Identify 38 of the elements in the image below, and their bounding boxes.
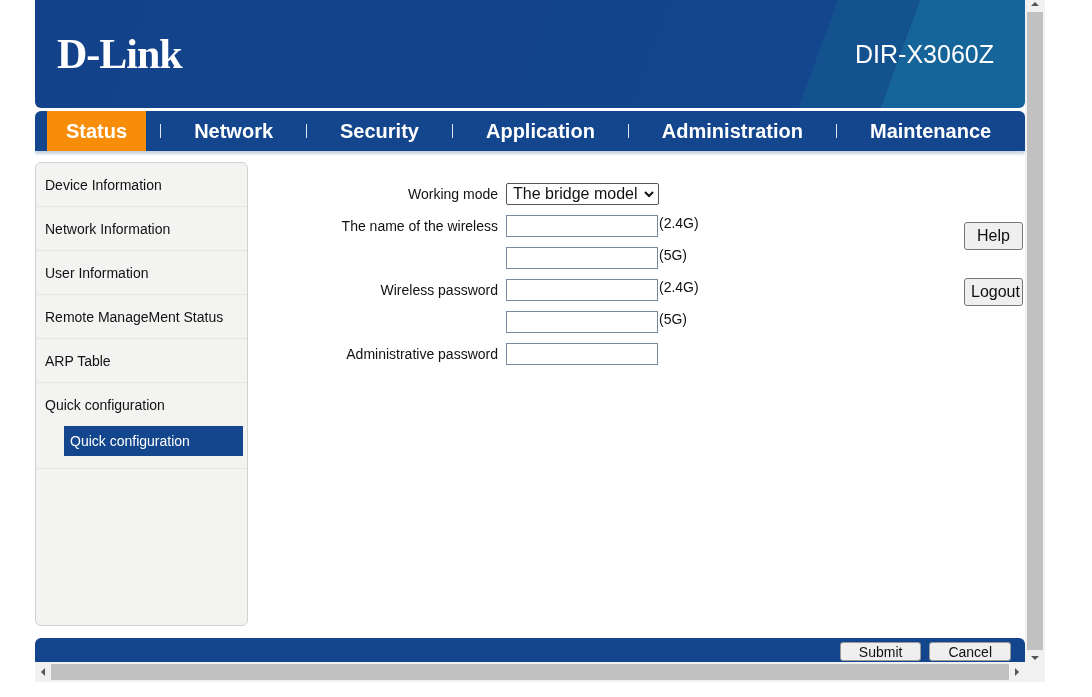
sidebar-item[interactable]: ARP Table bbox=[45, 352, 111, 369]
nav-tab[interactable]: Maintenance bbox=[851, 111, 1011, 151]
input-field[interactable] bbox=[506, 247, 658, 269]
sidebar-item[interactable]: Device Information bbox=[45, 176, 162, 193]
sidebar-item[interactable]: Remote ManageMent Status bbox=[45, 308, 224, 325]
horizontal-scrollbar[interactable] bbox=[35, 662, 1025, 682]
logo: D-Link bbox=[57, 30, 182, 78]
nav-tab[interactable]: Security bbox=[321, 111, 438, 151]
input-field[interactable] bbox=[506, 215, 658, 237]
input-field[interactable] bbox=[506, 311, 658, 333]
side-button[interactable]: Logout bbox=[964, 278, 1023, 306]
input-field[interactable] bbox=[506, 343, 658, 365]
sidebar-item[interactable]: User Information bbox=[45, 264, 149, 281]
footer-button[interactable]: Cancel bbox=[929, 642, 1011, 661]
scroll-right-icon[interactable] bbox=[1013, 668, 1021, 676]
band-label: (5G) bbox=[659, 247, 687, 263]
nav-tab[interactable]: Administration bbox=[642, 111, 822, 151]
sidebar-subitem[interactable]: Quick configuration bbox=[64, 426, 243, 456]
field-label: Wireless password bbox=[379, 282, 498, 298]
vertical-scrollbar[interactable] bbox=[1025, 0, 1045, 662]
field-label: The name of the wireless bbox=[340, 218, 498, 234]
chevron-icon bbox=[643, 190, 654, 198]
field-label: Working mode bbox=[407, 186, 498, 202]
band-label: (2.4G) bbox=[659, 279, 699, 295]
scroll-up-icon[interactable] bbox=[1031, 0, 1039, 8]
field-label: Administrative password bbox=[345, 346, 498, 362]
sidebar-item[interactable]: Quick configuration bbox=[45, 396, 165, 413]
input-field[interactable] bbox=[506, 279, 658, 301]
footer-button[interactable]: Submit bbox=[839, 642, 922, 661]
scroll-left-icon[interactable] bbox=[39, 668, 47, 676]
sidebar-item[interactable]: Network Information bbox=[45, 220, 171, 237]
nav-tab[interactable]: Network bbox=[175, 111, 293, 151]
mode-select[interactable]: The bridge model bbox=[506, 183, 659, 205]
band-label: (2.4G) bbox=[659, 215, 699, 231]
nav-tab[interactable]: Application bbox=[466, 111, 614, 151]
band-label: (5G) bbox=[659, 311, 687, 327]
model-name: DIR-X3060Z bbox=[855, 39, 994, 69]
side-button[interactable]: Help bbox=[964, 222, 1023, 250]
